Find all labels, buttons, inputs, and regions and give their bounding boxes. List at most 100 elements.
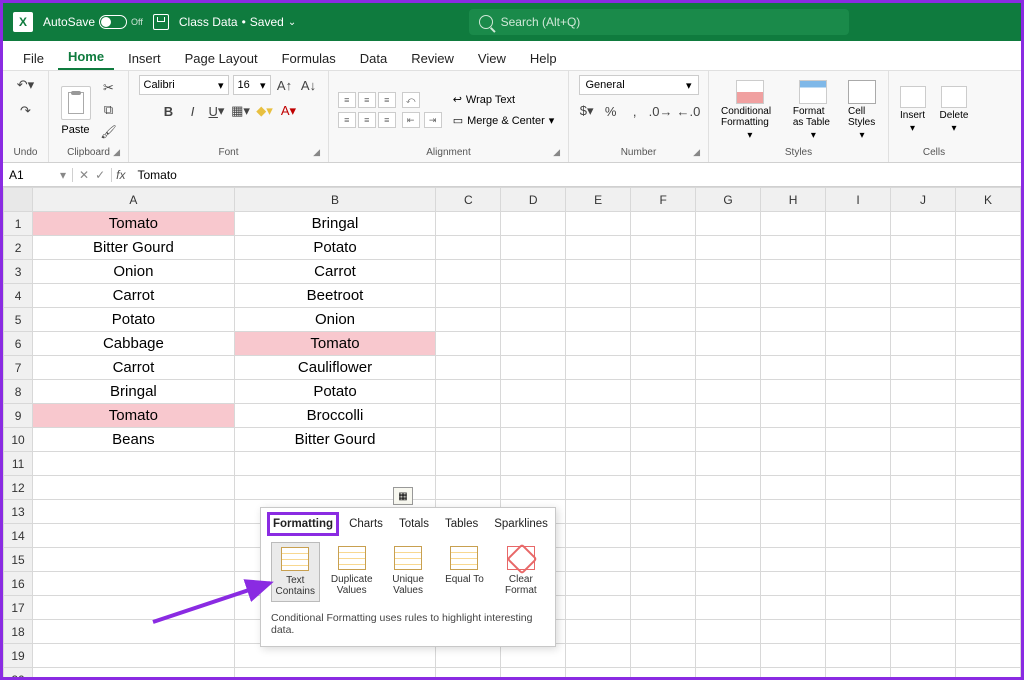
comma-icon[interactable]: , bbox=[625, 101, 645, 121]
border-button[interactable]: ▦▾ bbox=[231, 101, 251, 121]
cell[interactable] bbox=[436, 476, 501, 500]
cell[interactable] bbox=[955, 284, 1020, 308]
decrease-font-icon[interactable]: A↓ bbox=[299, 75, 319, 95]
spreadsheet-grid[interactable]: ABCDEFGHIJK 1TomatoBringal2Bitter GourdP… bbox=[3, 187, 1021, 677]
cut-icon[interactable]: ✂ bbox=[99, 78, 119, 98]
cell[interactable] bbox=[696, 332, 761, 356]
cell[interactable] bbox=[436, 380, 501, 404]
cell[interactable] bbox=[761, 332, 826, 356]
cell[interactable] bbox=[761, 452, 826, 476]
cell[interactable] bbox=[955, 620, 1020, 644]
tab-formulas[interactable]: Formulas bbox=[272, 45, 346, 70]
cell[interactable] bbox=[33, 596, 235, 620]
cell[interactable] bbox=[826, 212, 891, 236]
quick-tab-tables[interactable]: Tables bbox=[443, 516, 480, 532]
cell[interactable] bbox=[826, 404, 891, 428]
cell[interactable] bbox=[761, 524, 826, 548]
cell[interactable] bbox=[501, 236, 566, 260]
save-icon[interactable] bbox=[153, 14, 169, 30]
cell[interactable] bbox=[566, 596, 631, 620]
cell[interactable] bbox=[566, 548, 631, 572]
cell[interactable] bbox=[566, 332, 631, 356]
cell[interactable] bbox=[826, 548, 891, 572]
cell[interactable] bbox=[501, 212, 566, 236]
cell[interactable]: Bringal bbox=[33, 380, 235, 404]
merge-center-button[interactable]: ▭Merge & Center ▾ bbox=[448, 112, 560, 129]
cell[interactable] bbox=[501, 284, 566, 308]
conditional-formatting-button[interactable]: Conditional Formatting▾ bbox=[717, 80, 783, 141]
cell[interactable] bbox=[566, 668, 631, 678]
cell[interactable] bbox=[826, 356, 891, 380]
bold-button[interactable]: B bbox=[159, 101, 179, 121]
align-middle-icon[interactable]: ≡ bbox=[358, 92, 376, 108]
cell[interactable] bbox=[436, 284, 501, 308]
cell[interactable] bbox=[33, 668, 235, 678]
cell[interactable] bbox=[566, 236, 631, 260]
cell[interactable] bbox=[436, 212, 501, 236]
cell[interactable] bbox=[890, 428, 955, 452]
cell[interactable] bbox=[955, 452, 1020, 476]
document-title[interactable]: Class Data • Saved ⌄ bbox=[179, 15, 296, 29]
row-header[interactable]: 13 bbox=[4, 500, 33, 524]
cell[interactable]: Potato bbox=[33, 308, 235, 332]
row-header[interactable]: 19 bbox=[4, 644, 33, 668]
column-header-K[interactable]: K bbox=[955, 188, 1020, 212]
quick-option-duplicate-values[interactable]: Duplicate Values bbox=[328, 542, 376, 602]
cell[interactable] bbox=[631, 236, 696, 260]
formula-input[interactable]: Tomato bbox=[129, 168, 1021, 182]
insert-cells-button[interactable]: Insert▾ bbox=[896, 86, 930, 134]
increase-decimal-icon[interactable]: .0→ bbox=[649, 101, 673, 121]
cell[interactable] bbox=[761, 668, 826, 678]
column-header-A[interactable]: A bbox=[33, 188, 235, 212]
cell[interactable] bbox=[33, 500, 235, 524]
cell[interactable]: Onion bbox=[33, 260, 235, 284]
increase-indent-icon[interactable]: ⇥ bbox=[424, 112, 442, 128]
cell[interactable] bbox=[955, 668, 1020, 678]
cell[interactable] bbox=[501, 668, 566, 678]
quick-option-equal-to[interactable]: Equal To bbox=[440, 542, 488, 602]
cell[interactable] bbox=[501, 332, 566, 356]
cell[interactable]: Bitter Gourd bbox=[234, 428, 436, 452]
cell[interactable] bbox=[696, 404, 761, 428]
percent-icon[interactable]: % bbox=[601, 101, 621, 121]
cell[interactable] bbox=[826, 308, 891, 332]
cell[interactable] bbox=[566, 572, 631, 596]
cell[interactable] bbox=[890, 356, 955, 380]
redo-icon[interactable]: ↷ bbox=[16, 101, 36, 121]
dialog-launcher-icon[interactable]: ◢ bbox=[313, 147, 320, 158]
currency-icon[interactable]: $▾ bbox=[577, 101, 597, 121]
row-header[interactable]: 14 bbox=[4, 524, 33, 548]
cell[interactable] bbox=[631, 356, 696, 380]
cell[interactable] bbox=[631, 596, 696, 620]
quick-tab-totals[interactable]: Totals bbox=[397, 516, 431, 532]
cell[interactable]: Carrot bbox=[33, 356, 235, 380]
cell[interactable] bbox=[566, 356, 631, 380]
cell[interactable] bbox=[826, 284, 891, 308]
cell[interactable] bbox=[566, 428, 631, 452]
column-header-D[interactable]: D bbox=[501, 188, 566, 212]
cell[interactable] bbox=[696, 356, 761, 380]
cell[interactable]: Carrot bbox=[234, 260, 436, 284]
cell[interactable] bbox=[696, 620, 761, 644]
cell[interactable] bbox=[826, 380, 891, 404]
column-header-C[interactable]: C bbox=[436, 188, 501, 212]
cell[interactable] bbox=[955, 500, 1020, 524]
cell[interactable] bbox=[826, 620, 891, 644]
cell[interactable] bbox=[955, 212, 1020, 236]
cell[interactable] bbox=[436, 260, 501, 284]
cell[interactable] bbox=[826, 668, 891, 678]
cell[interactable] bbox=[33, 524, 235, 548]
cell[interactable] bbox=[890, 212, 955, 236]
quick-option-unique-values[interactable]: Unique Values bbox=[384, 542, 432, 602]
cell[interactable] bbox=[890, 452, 955, 476]
column-header-B[interactable]: B bbox=[234, 188, 436, 212]
cell[interactable] bbox=[955, 644, 1020, 668]
cell[interactable] bbox=[631, 428, 696, 452]
cell[interactable] bbox=[696, 524, 761, 548]
cell[interactable] bbox=[631, 476, 696, 500]
cell[interactable] bbox=[955, 596, 1020, 620]
cell[interactable] bbox=[501, 452, 566, 476]
orientation-icon[interactable]: ⤺ bbox=[402, 92, 420, 108]
row-header[interactable]: 15 bbox=[4, 548, 33, 572]
cell[interactable] bbox=[436, 452, 501, 476]
